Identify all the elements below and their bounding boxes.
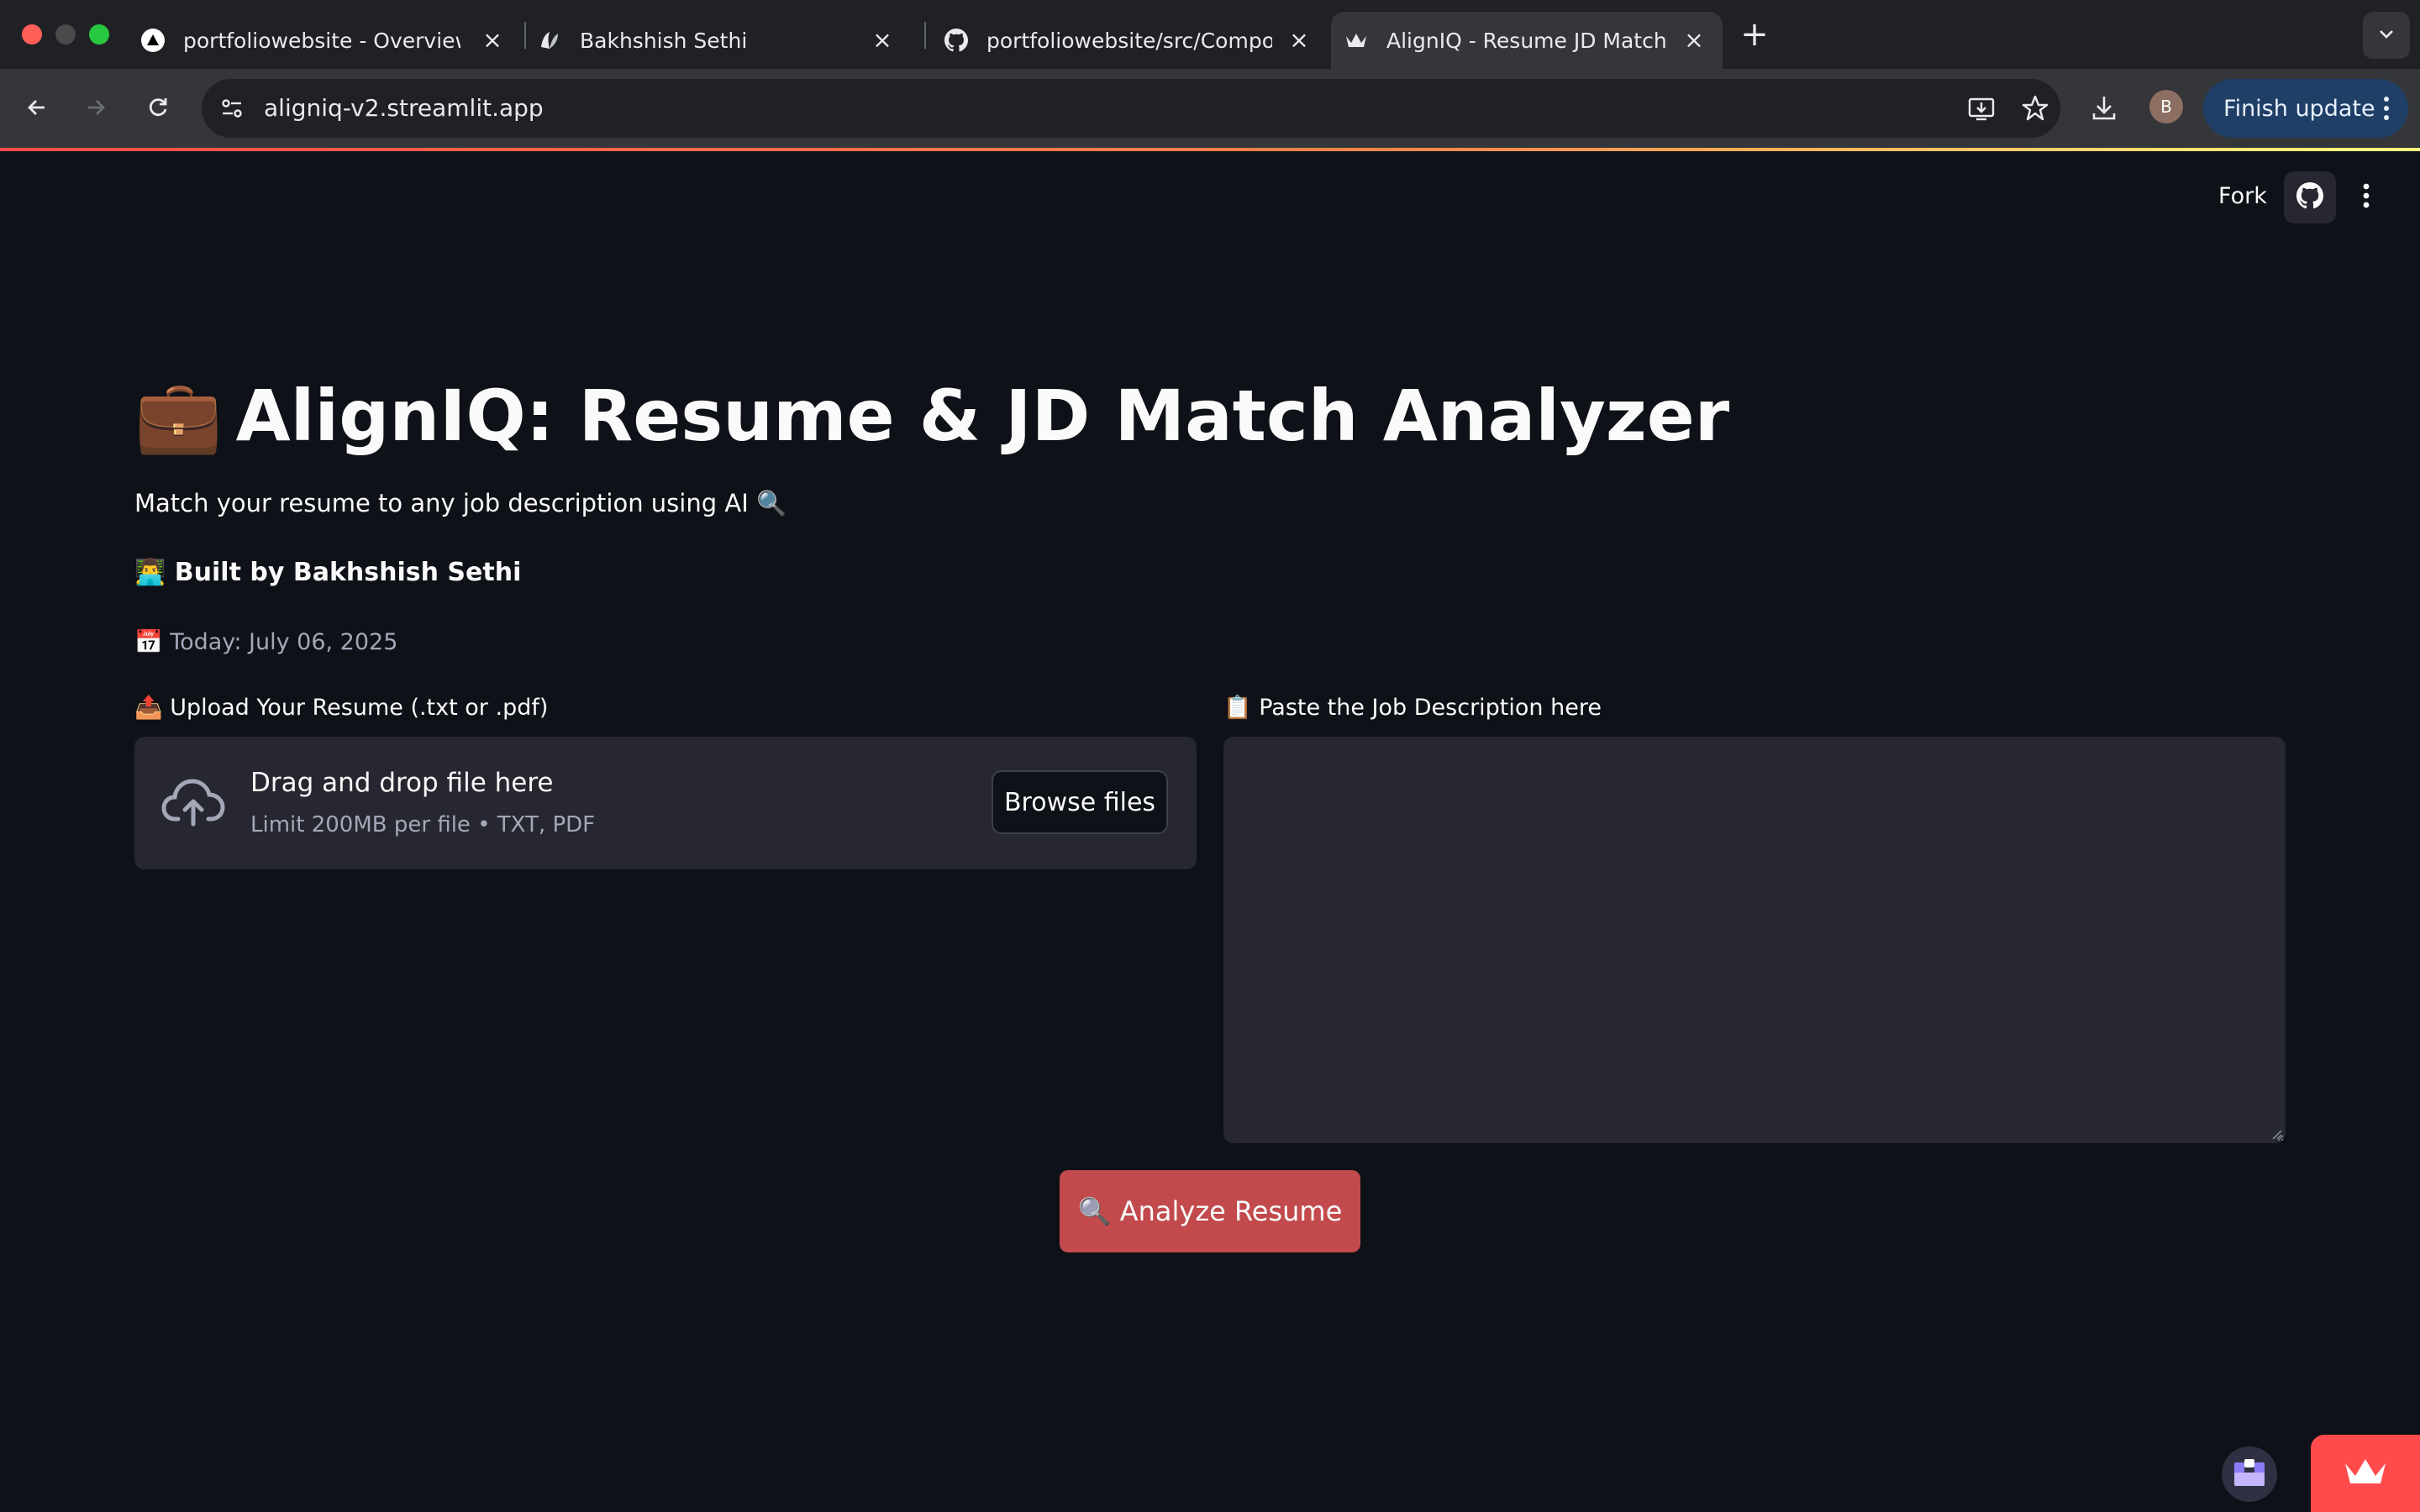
new-tab-button[interactable]: + <box>1738 15 1771 54</box>
reload-button[interactable] <box>138 89 178 129</box>
reload-icon <box>145 95 171 123</box>
briefcase-icon: 💼 <box>134 374 223 457</box>
download-icon <box>2090 93 2118 125</box>
tab-search-button[interactable] <box>2363 12 2410 59</box>
finish-update-button[interactable]: Finish update <box>2203 79 2408 138</box>
window-minimize-button[interactable] <box>55 24 76 45</box>
job-description-label: 📋 Paste the Job Description here <box>1223 695 1602 721</box>
window-close-button[interactable] <box>22 24 42 45</box>
close-icon[interactable]: × <box>1681 27 1707 54</box>
built-by-text: 👨‍💻 Built by Bakhshish Sethi <box>134 558 522 587</box>
creator-logo-icon <box>2231 1456 2268 1493</box>
job-description-textarea[interactable] <box>1223 737 2286 1143</box>
resize-handle-icon[interactable] <box>2269 1126 2282 1140</box>
profile-avatar[interactable]: B <box>2149 90 2183 123</box>
window-zoom-button[interactable] <box>89 24 109 45</box>
tab-title: AlignIQ - Resume JD Matcher <box>1386 28 1667 53</box>
bookmark-star-icon[interactable] <box>2020 93 2050 123</box>
chevron-down-icon <box>2376 24 2396 47</box>
tab-divider <box>924 22 926 49</box>
page-title-text: AlignIQ: Resume & JD Match Analyzer <box>235 375 1730 457</box>
tab-title: portfoliowebsite - Overview – <box>183 28 460 53</box>
install-app-icon[interactable] <box>1966 93 1996 123</box>
browse-files-button[interactable]: Browse files <box>992 770 1168 834</box>
tab-vercel-overview[interactable]: portfoliowebsite - Overview – × <box>134 12 521 69</box>
dropzone-instructions: Drag and drop file here <box>250 768 554 798</box>
back-button[interactable] <box>17 89 57 129</box>
site-logo-icon <box>538 29 561 52</box>
browser-tab-bar: portfoliowebsite - Overview – × Bakhshis… <box>0 0 2420 69</box>
page-title: 💼 AlignIQ: Resume & JD Match Analyzer <box>134 370 1729 462</box>
page-subtitle: Match your resume to any job description… <box>134 489 787 517</box>
arrow-right-icon <box>83 95 108 123</box>
tab-divider <box>524 22 526 49</box>
app-menu-button[interactable] <box>2353 176 2380 218</box>
dropzone-limit: Limit 200MB per file • TXT, PDF <box>250 812 596 837</box>
streamlit-crown-icon <box>1344 29 1368 52</box>
finish-update-label: Finish update <box>2223 95 2375 122</box>
streamlit-crown-icon <box>2343 1455 2388 1492</box>
close-icon[interactable]: × <box>1286 27 1313 54</box>
fork-link[interactable]: Fork <box>2218 183 2267 209</box>
arrow-left-icon <box>24 95 50 123</box>
site-info-icon[interactable] <box>217 93 247 123</box>
more-vert-icon <box>2383 96 2390 127</box>
today-date: 📅 Today: July 06, 2025 <box>134 629 398 655</box>
close-icon[interactable]: × <box>479 27 506 54</box>
tab-title: portfoliowebsite/src/Compon <box>986 28 1272 53</box>
analyze-resume-button[interactable]: 🔍 Analyze Resume <box>1060 1170 1360 1252</box>
github-icon <box>944 29 968 52</box>
tab-bakhshish-sethi[interactable]: Bakhshish Sethi × <box>538 12 911 69</box>
cloud-upload-icon <box>161 775 225 831</box>
github-icon <box>2296 182 2323 213</box>
close-icon[interactable]: × <box>869 27 896 54</box>
browser-toolbar: aligniq-v2.streamlit.app <box>0 69 2420 148</box>
github-button[interactable] <box>2284 171 2336 223</box>
streamlit-top-decoration <box>0 148 2420 151</box>
url-text: aligniq-v2.streamlit.app <box>264 94 544 122</box>
tab-aligniq[interactable]: AlignIQ - Resume JD Matcher × <box>1331 12 1723 69</box>
resume-upload-label: 📤 Upload Your Resume (.txt or .pdf) <box>134 695 549 721</box>
downloads-button[interactable] <box>2084 89 2124 129</box>
vercel-triangle-icon <box>141 29 165 52</box>
creator-avatar[interactable] <box>2222 1446 2277 1502</box>
tab-github-portfolio[interactable]: portfoliowebsite/src/Compon × <box>939 12 1328 69</box>
forward-button[interactable] <box>76 89 116 129</box>
more-vert-icon <box>2362 182 2370 213</box>
address-bar[interactable]: aligniq-v2.streamlit.app <box>202 79 2060 138</box>
tab-title: Bakhshish Sethi <box>580 28 748 53</box>
streamlit-badge[interactable] <box>2311 1435 2420 1512</box>
resume-dropzone[interactable]: Drag and drop file here Limit 200MB per … <box>134 737 1197 869</box>
